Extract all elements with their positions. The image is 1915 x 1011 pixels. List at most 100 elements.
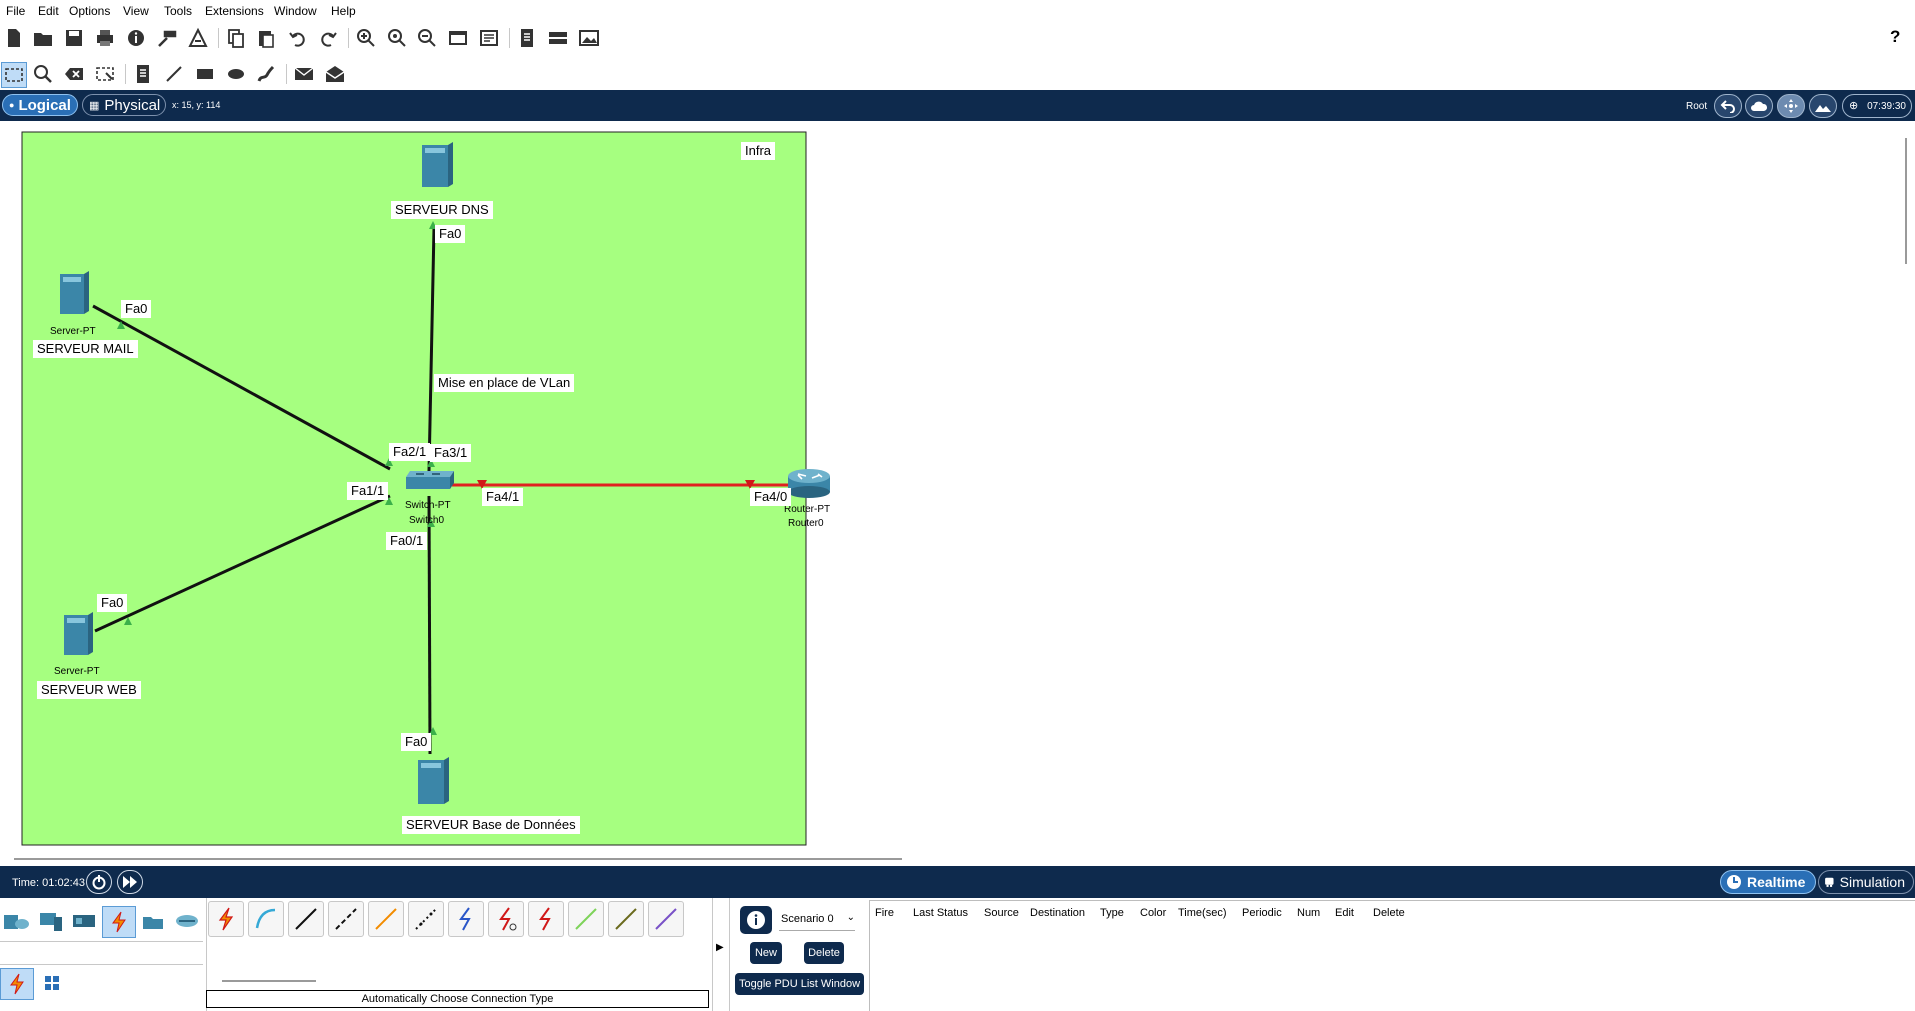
tab-physical[interactable]: ▦ Physical bbox=[82, 94, 166, 116]
vertical-scrollbar-thumb[interactable] bbox=[1905, 138, 1907, 264]
note-tool-icon[interactable] bbox=[131, 62, 155, 86]
menu-help[interactable]: Help bbox=[331, 4, 356, 18]
vlan-note[interactable]: Mise en place de VLan bbox=[434, 374, 575, 392]
pdu-column-destination[interactable]: Destination bbox=[1030, 907, 1085, 919]
connection-fiber-icon[interactable] bbox=[368, 901, 404, 937]
delete-scenario-button[interactable]: Delete bbox=[804, 942, 844, 964]
server-db-icon[interactable] bbox=[418, 757, 449, 804]
pdu-column-periodic[interactable]: Periodic bbox=[1242, 907, 1282, 919]
device-label-mail[interactable]: SERVEUR MAIL bbox=[33, 340, 138, 358]
connection-coaxial-icon[interactable] bbox=[448, 901, 484, 937]
pdu-column-delete[interactable]: Delete bbox=[1373, 907, 1405, 919]
device-label-router[interactable]: Router0 bbox=[788, 518, 824, 530]
pdu-column-color[interactable]: Color bbox=[1140, 907, 1166, 919]
document-icon[interactable] bbox=[515, 26, 539, 50]
category-network-devices-icon[interactable] bbox=[0, 906, 32, 936]
new-scenario-button[interactable]: New bbox=[750, 942, 782, 964]
logical-workspace[interactable]: Infra SERVEUR DNS Server-PT SERVEUR MAIL… bbox=[0, 121, 1900, 850]
server-mail-icon[interactable] bbox=[60, 271, 89, 314]
connection-auto-icon[interactable] bbox=[208, 901, 244, 937]
pdu-column-fire[interactable]: Fire bbox=[875, 907, 894, 919]
redo-icon[interactable] bbox=[316, 26, 340, 50]
connection-usb-icon[interactable] bbox=[648, 901, 684, 937]
category-multiuser-icon[interactable] bbox=[171, 906, 203, 936]
back-icon[interactable] bbox=[1714, 94, 1742, 118]
complex-pdu-icon[interactable] bbox=[323, 62, 347, 86]
fast-forward-icon[interactable] bbox=[117, 870, 143, 894]
pdu-column-num[interactable]: Num bbox=[1297, 907, 1320, 919]
ellipse-tool-icon[interactable] bbox=[224, 62, 248, 86]
background-image-icon[interactable] bbox=[1809, 94, 1837, 118]
paste-icon[interactable] bbox=[254, 26, 278, 50]
device-label-db[interactable]: SERVEUR Base de Données bbox=[402, 816, 580, 834]
connection-iot-icon[interactable] bbox=[608, 901, 644, 937]
toggle-pdu-list-button[interactable]: Toggle PDU List Window bbox=[735, 973, 864, 995]
tab-logical[interactable]: ● Logical bbox=[2, 94, 78, 116]
realtime-button[interactable]: Realtime bbox=[1720, 870, 1816, 894]
connection-serial-dte-icon[interactable] bbox=[528, 901, 564, 937]
network-wizard-icon[interactable] bbox=[155, 26, 179, 50]
undo-icon[interactable] bbox=[286, 26, 310, 50]
scenario-info-icon[interactable] bbox=[740, 906, 772, 934]
drawing-palette-icon[interactable] bbox=[446, 26, 470, 50]
connection-phone-icon[interactable] bbox=[408, 901, 444, 937]
expand-arrow-icon[interactable]: ▶ bbox=[716, 942, 724, 953]
zoom-reset-icon[interactable] bbox=[385, 26, 409, 50]
device-label-web[interactable]: SERVEUR WEB bbox=[37, 681, 141, 699]
pdu-column-edit[interactable]: Edit bbox=[1335, 907, 1354, 919]
custom-device-icon[interactable] bbox=[477, 26, 501, 50]
horizontal-scrollbar-thumb[interactable] bbox=[14, 858, 902, 860]
scenario-select[interactable]: Scenario 0 ⌄ bbox=[779, 910, 855, 931]
device-label-switch[interactable]: Switch0 bbox=[409, 515, 444, 527]
category-miscellaneous-icon[interactable] bbox=[137, 906, 169, 936]
cluster-cloud-icon[interactable] bbox=[1745, 94, 1773, 118]
menu-window[interactable]: Window bbox=[274, 4, 317, 18]
simulation-button[interactable]: Simulation bbox=[1818, 870, 1914, 894]
connection-straight-icon[interactable] bbox=[288, 901, 324, 937]
resize-tool-icon[interactable] bbox=[93, 62, 117, 86]
pdu-column-type[interactable]: Type bbox=[1100, 907, 1124, 919]
connection-octal-icon[interactable] bbox=[568, 901, 604, 937]
device-dialog-icon[interactable] bbox=[546, 26, 570, 50]
menu-extensions[interactable]: Extensions bbox=[205, 4, 264, 18]
image-icon[interactable] bbox=[577, 26, 601, 50]
move-object-icon[interactable] bbox=[1777, 94, 1805, 118]
subcategory-connections-icon[interactable] bbox=[0, 968, 34, 1000]
palette-scroll-thumb[interactable] bbox=[222, 980, 316, 982]
category-end-devices-icon[interactable] bbox=[34, 906, 66, 936]
new-file-icon[interactable] bbox=[2, 26, 26, 50]
activity-wizard-icon[interactable] bbox=[186, 26, 210, 50]
help-icon[interactable]: ? bbox=[1890, 27, 1900, 47]
rectangle-tool-icon[interactable] bbox=[193, 62, 217, 86]
power-cycle-icon[interactable] bbox=[86, 870, 112, 894]
connection-console-icon[interactable] bbox=[248, 901, 284, 937]
category-connections-icon[interactable] bbox=[102, 906, 136, 938]
delete-tool-icon[interactable] bbox=[62, 62, 86, 86]
menu-edit[interactable]: Edit bbox=[38, 4, 59, 18]
copy-icon[interactable] bbox=[224, 26, 248, 50]
connection-crossover-icon[interactable] bbox=[328, 901, 364, 937]
category-components-icon[interactable] bbox=[68, 906, 100, 936]
zoom-out-icon[interactable] bbox=[415, 26, 439, 50]
info-icon[interactable] bbox=[124, 26, 148, 50]
menu-tools[interactable]: Tools bbox=[164, 4, 192, 18]
inspect-tool-icon[interactable] bbox=[31, 62, 55, 86]
server-dns-icon[interactable] bbox=[422, 142, 453, 187]
router-icon[interactable] bbox=[788, 469, 830, 498]
simple-pdu-icon[interactable] bbox=[292, 62, 316, 86]
pdu-column-time[interactable]: Time(sec) bbox=[1178, 907, 1226, 919]
line-tool-icon[interactable] bbox=[162, 62, 186, 86]
pdu-column-last-status[interactable]: Last Status bbox=[913, 907, 968, 919]
panel-splitter[interactable]: ▶ bbox=[712, 898, 730, 1011]
print-icon[interactable] bbox=[93, 26, 117, 50]
menu-view[interactable]: View bbox=[123, 4, 149, 18]
device-label-dns[interactable]: SERVEUR DNS bbox=[391, 201, 493, 219]
menu-file[interactable]: File bbox=[6, 4, 25, 18]
save-icon[interactable] bbox=[62, 26, 86, 50]
subcategory-grid-icon[interactable] bbox=[36, 968, 68, 998]
server-web-icon[interactable] bbox=[64, 612, 93, 655]
freeform-tool-icon[interactable] bbox=[254, 62, 278, 86]
clock-display[interactable]: ⊕ 07:39:30 bbox=[1842, 94, 1912, 118]
open-folder-icon[interactable] bbox=[31, 26, 55, 50]
pdu-column-source[interactable]: Source bbox=[984, 907, 1019, 919]
